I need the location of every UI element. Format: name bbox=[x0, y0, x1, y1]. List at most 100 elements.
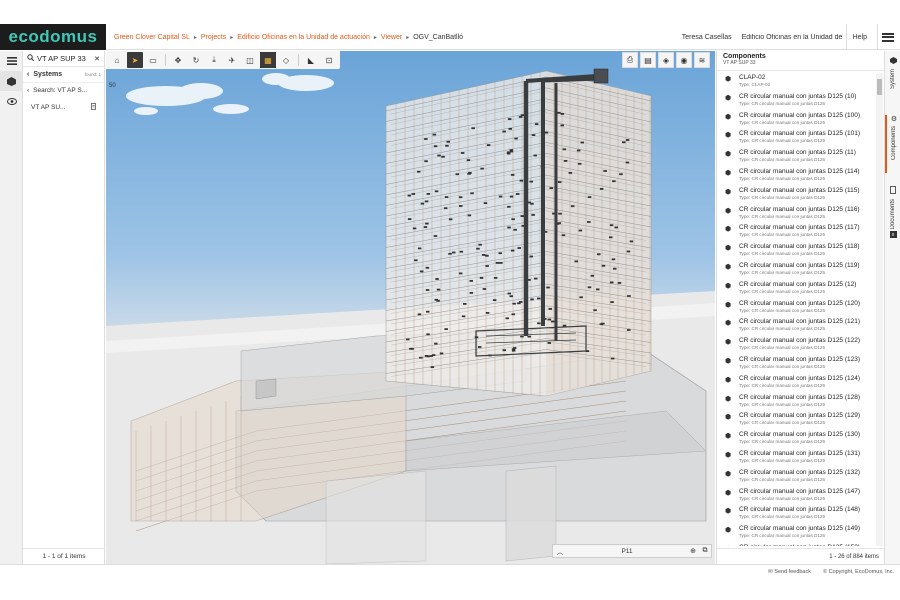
filter-icon[interactable]: ≋ bbox=[694, 52, 710, 68]
component-list-item[interactable]: ⬢ CR circular manual con juntas D125 (149… bbox=[717, 524, 875, 543]
cube-icon[interactable]: ◈ bbox=[658, 52, 674, 68]
pan-icon[interactable]: ✥ bbox=[170, 52, 186, 68]
components-scrollbar[interactable] bbox=[876, 73, 883, 546]
component-list-item[interactable]: ⬢ CR circular manual con juntas D125 (101… bbox=[717, 129, 875, 148]
app-root: ecodomus Green Clover Capital SL ▸ Proje… bbox=[0, 0, 900, 600]
back-chevron-icon[interactable]: ‹ bbox=[27, 87, 29, 94]
tab-documents[interactable]: Documents 0 bbox=[885, 186, 900, 239]
component-list-item[interactable]: ⬢ CR circular manual con juntas D125 (11)… bbox=[717, 148, 875, 167]
map-icon[interactable]: ⧉ bbox=[699, 547, 711, 555]
fly-icon[interactable]: ✈ bbox=[224, 52, 240, 68]
component-cube-icon: ⬢ bbox=[725, 94, 732, 102]
ecodomus-logo[interactable]: ecodomus bbox=[0, 24, 106, 50]
component-list-item[interactable]: ⬢ CR circular manual con juntas D125 (114… bbox=[717, 167, 875, 186]
systems-tree-icon[interactable] bbox=[0, 71, 23, 91]
home-icon[interactable]: ⌂ bbox=[109, 52, 125, 68]
component-list-item[interactable]: ⬢ CR circular manual con juntas D125 (120… bbox=[717, 299, 875, 318]
document-icon[interactable] bbox=[91, 102, 96, 112]
select-icon[interactable]: ➤ bbox=[127, 52, 143, 68]
xray-icon[interactable]: ▦ bbox=[260, 52, 276, 68]
layers-icon[interactable]: ◉ bbox=[676, 52, 692, 68]
component-type: Type: CR circular manual con juntas D125 bbox=[739, 457, 826, 463]
tab-system[interactable]: System bbox=[885, 57, 900, 89]
component-list-item[interactable]: ⬢ CLAP-02 Type: CLAP-02 bbox=[717, 73, 875, 92]
component-name: CR circular manual con juntas D125 (101) bbox=[739, 130, 861, 138]
measure-icon[interactable]: ▭ bbox=[145, 52, 161, 68]
system-search[interactable]: VT AP SUP 33 ✕ bbox=[23, 51, 104, 67]
send-feedback-label: Send feedback bbox=[774, 568, 811, 575]
main-menu-icon[interactable] bbox=[882, 32, 894, 42]
search-results-header[interactable]: ‹ Search: VT AP S... bbox=[23, 83, 104, 97]
system-list-item[interactable]: VT AP SU... bbox=[23, 100, 104, 114]
component-name: CR circular manual con juntas D125 (118) bbox=[739, 243, 860, 251]
breadcrumb-company[interactable]: Green Clover Capital SL bbox=[114, 34, 190, 41]
chevron-up-icon[interactable]: ︿ bbox=[553, 546, 567, 556]
component-text: CR circular manual con juntas D125 (148)… bbox=[739, 506, 869, 520]
component-name: CR circular manual con juntas D125 (119) bbox=[739, 261, 860, 269]
focus-icon[interactable]: ◇ bbox=[278, 52, 294, 68]
component-list-item[interactable]: ⬢ CR circular manual con juntas D125 (129… bbox=[717, 411, 875, 430]
component-cube-icon: ⬢ bbox=[725, 433, 732, 441]
scrollbar-thumb[interactable] bbox=[877, 79, 882, 95]
sky-clouds bbox=[126, 73, 334, 115]
component-list-item[interactable]: ⬢ CR circular manual con juntas D125 (100… bbox=[717, 111, 875, 130]
component-type: Type: CR circular manual con juntas D125 bbox=[739, 288, 826, 294]
component-list-item[interactable]: ⬢ CR circular manual con juntas D125 (115… bbox=[717, 186, 875, 205]
model-viewer[interactable]: ⌂ ➤ ▭ ✥ ↻ ⤓ ✈ ◫ ▦ ◇ ◣ ⊡ ⎙ ▤ ◈ ◉ ≋ 50 ︿ P… bbox=[106, 51, 715, 564]
component-list-item[interactable]: ⬢ CR circular manual con juntas D125 (128… bbox=[717, 393, 875, 412]
component-list-item[interactable]: ⬢ CR circular manual con juntas D125 (124… bbox=[717, 374, 875, 393]
component-text: CR circular manual con juntas D125 (129)… bbox=[739, 412, 869, 426]
header-right: Teresa Casellas Edificio Oficinas en la … bbox=[682, 24, 900, 50]
building-model[interactable] bbox=[106, 51, 715, 564]
component-list-item[interactable]: ⬢CR circular manual con juntas D125 (150… bbox=[717, 543, 875, 546]
visibility-icon[interactable] bbox=[0, 91, 23, 111]
breadcrumb-model: OGV_CanBatlló bbox=[413, 33, 464, 41]
breadcrumb-projects[interactable]: Projects bbox=[201, 34, 226, 41]
component-cube-icon: ⬢ bbox=[725, 282, 732, 290]
send-feedback-link[interactable]: ✉ Send feedback bbox=[768, 569, 811, 575]
component-list-item[interactable]: ⬢ CR circular manual con juntas D125 (147… bbox=[717, 487, 875, 506]
component-text: CR circular manual con juntas D125 (123)… bbox=[739, 356, 869, 370]
viewer-toolbar-right: ⎙ ▤ ◈ ◉ ≋ bbox=[621, 51, 711, 69]
walk-icon[interactable]: ⤓ bbox=[206, 52, 222, 68]
component-name: CR circular manual con juntas D125 (129) bbox=[739, 412, 861, 420]
menu-icon[interactable] bbox=[0, 51, 23, 71]
section-icon[interactable]: ◫ bbox=[242, 52, 258, 68]
help-link[interactable]: Help bbox=[853, 34, 867, 41]
component-list-item[interactable]: ⬢ CR circular manual con juntas D125 (122… bbox=[717, 336, 875, 355]
component-name: CR circular manual con juntas D125 (120) bbox=[739, 299, 861, 307]
components-panel: Components VT AP SUP 33 ⬢ CLAP-02 Type: CL… bbox=[716, 51, 885, 564]
component-name: CR circular manual con juntas D125 (122) bbox=[739, 337, 861, 345]
breadcrumb-project[interactable]: Edificio Oficinas en la Unidad de actuac… bbox=[237, 34, 370, 41]
component-list-item[interactable]: ⬢ CR circular manual con juntas D125 (119… bbox=[717, 261, 875, 280]
component-list-item[interactable]: ⬢ CR circular manual con juntas D125 (12)… bbox=[717, 280, 875, 299]
component-list-item[interactable]: ⬢ CR circular manual con juntas D125 (148… bbox=[717, 505, 875, 524]
back-chevron-icon[interactable]: ‹ bbox=[27, 71, 29, 78]
breadcrumb-viewer[interactable]: Viewer bbox=[381, 34, 402, 41]
component-list-item[interactable]: ⬢ CR circular manual con juntas D125 (132… bbox=[717, 468, 875, 487]
component-list-item[interactable]: ⬢ CR circular manual con juntas D125 (117… bbox=[717, 223, 875, 242]
systems-header[interactable]: ‹ Systems found: 1 bbox=[23, 67, 104, 83]
project-selector[interactable]: Edificio Oficinas en la Unidad de actuac… bbox=[742, 34, 842, 41]
user-name[interactable]: Teresa Casellas bbox=[682, 34, 732, 41]
component-list-item[interactable]: ⬢ CR circular manual con juntas D125 (121… bbox=[717, 317, 875, 336]
hide-icon[interactable]: ◣ bbox=[303, 52, 319, 68]
component-cube-icon: ⬢ bbox=[725, 414, 732, 422]
component-name: CR circular manual con juntas D125 (100) bbox=[739, 111, 861, 119]
clear-search-icon[interactable]: ✕ bbox=[94, 55, 100, 63]
component-list-item[interactable]: ⬢ CR circular manual con juntas D125 (10)… bbox=[717, 92, 875, 111]
component-list-item[interactable]: ⬢ CR circular manual con juntas D125 (130… bbox=[717, 430, 875, 449]
component-list-item[interactable]: ⬢ CR circular manual con juntas D125 (116… bbox=[717, 205, 875, 224]
component-list-item[interactable]: ⬢ CR circular manual con juntas D125 (123… bbox=[717, 355, 875, 374]
component-list-item[interactable]: ⬢ CR circular manual con juntas D125 (118… bbox=[717, 242, 875, 261]
orbit-icon[interactable]: ↻ bbox=[188, 52, 204, 68]
floor-plan-icon[interactable]: ⊕ bbox=[687, 547, 699, 555]
component-list-item[interactable]: ⬢ CR circular manual con juntas D125 (131… bbox=[717, 449, 875, 468]
export-icon[interactable]: ⎙ bbox=[622, 52, 638, 68]
floor-selector[interactable]: ︿ P11 ⊕ ⧉ bbox=[552, 544, 712, 558]
search-input[interactable]: VT AP SUP 33 bbox=[37, 54, 94, 63]
isolate-icon[interactable]: ⊡ bbox=[321, 52, 337, 68]
chart-icon[interactable]: ▤ bbox=[640, 52, 656, 68]
tab-components[interactable]: ⚙ Components bbox=[885, 115, 900, 173]
component-type: Type: CR circular manual con juntas D125 bbox=[739, 514, 826, 520]
